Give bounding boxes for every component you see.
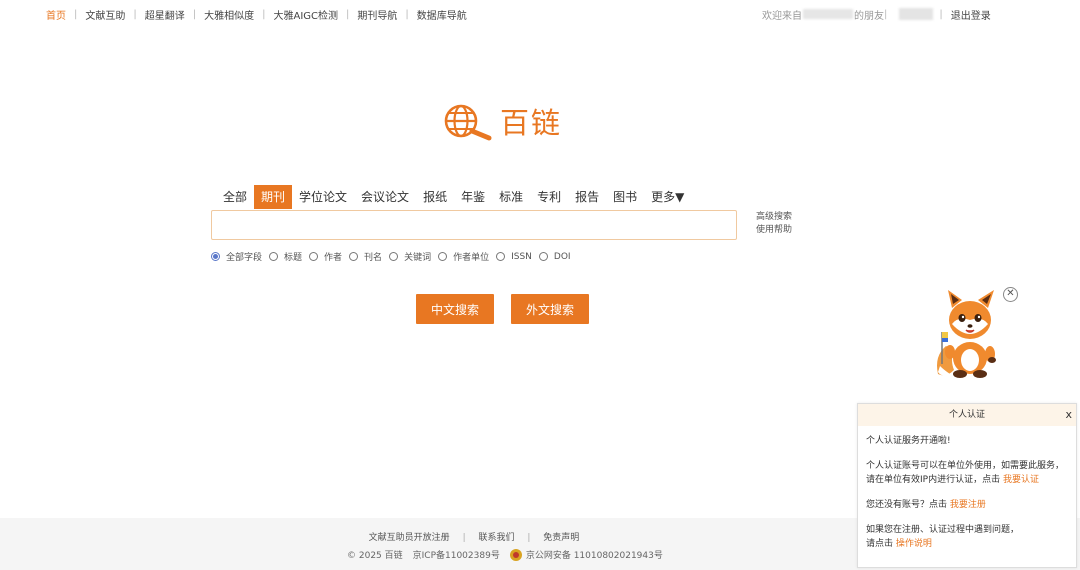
footer-register-link[interactable]: 文献互助员开放注册 bbox=[369, 533, 450, 543]
tab-yearbook[interactable]: 年鉴 bbox=[454, 185, 492, 209]
search-input[interactable] bbox=[211, 210, 737, 240]
field-label: ISSN bbox=[511, 251, 532, 262]
nav-separator: | bbox=[133, 8, 137, 20]
popup-close-button[interactable]: x bbox=[1065, 404, 1072, 426]
globe-magnifier-icon bbox=[444, 104, 492, 141]
police-badge-icon bbox=[509, 548, 522, 561]
advanced-search-link[interactable]: 高级搜索 bbox=[756, 211, 792, 224]
site-logo[interactable]: 百链 bbox=[441, 100, 562, 142]
blurred-institution bbox=[803, 9, 853, 19]
field-affiliation[interactable]: 作者单位 bbox=[438, 250, 489, 263]
footer-disclaimer-link[interactable]: 免责声明 bbox=[543, 533, 579, 543]
field-title[interactable]: 标题 bbox=[269, 250, 302, 263]
nav-separator: | bbox=[74, 8, 78, 20]
popup-line: 如果您在注册、认证过程中遇到问题， 请点击 操作说明 bbox=[866, 523, 1068, 551]
footer-separator: | bbox=[527, 533, 531, 543]
popup-text: 您还没有账号？点击 bbox=[866, 500, 948, 510]
police-record[interactable]: 京公网安备 11010802021943号 bbox=[526, 548, 663, 561]
tab-journal[interactable]: 期刊 bbox=[254, 185, 293, 209]
nav-literature-help[interactable]: 文献互助 bbox=[85, 7, 125, 22]
radio-icon bbox=[269, 252, 279, 261]
nav-separator: | bbox=[262, 8, 266, 20]
icp-number[interactable]: 京ICP备11002389号 bbox=[413, 548, 500, 561]
doc-type-tabs: 全部 期刊 学位论文 会议论文 报纸 年鉴 标准 专利 报告 图书 更多▼ bbox=[216, 185, 691, 209]
tab-conference[interactable]: 会议论文 bbox=[354, 185, 416, 209]
popup-line: 个人认证服务开通啦! bbox=[866, 434, 1068, 448]
nav-translate[interactable]: 超星翻译 bbox=[145, 7, 185, 22]
footer-separator: | bbox=[462, 533, 466, 543]
nav-aigc-check[interactable]: 大雅AIGC检测 bbox=[274, 7, 339, 22]
popup-text: 个人认证账号可以在单位外使用，如需要此服务， bbox=[866, 461, 1065, 471]
tab-report[interactable]: 报告 bbox=[568, 185, 606, 209]
nav-separator: | bbox=[405, 8, 409, 20]
radio-icon bbox=[496, 252, 506, 261]
logout-link[interactable]: 退出登录 bbox=[951, 7, 991, 22]
tab-newspaper[interactable]: 报纸 bbox=[416, 185, 454, 209]
search-side-links: 高级搜索 使用帮助 bbox=[756, 211, 792, 237]
field-author[interactable]: 作者 bbox=[309, 250, 342, 263]
user-area: 欢迎来自 的朋友 | | 退出登录 bbox=[762, 6, 991, 22]
popup-line: 您还没有账号？点击 我要注册 bbox=[866, 498, 1068, 512]
copyright-text: © 2025 百链 bbox=[347, 551, 403, 561]
tab-book[interactable]: 图书 bbox=[606, 185, 644, 209]
field-label: 标题 bbox=[284, 253, 303, 263]
footer-copyright: © 2025 百链 京ICP备11002389号 京公网安备 110108020… bbox=[347, 548, 663, 561]
footer-links: 文献互助员开放注册 | 联系我们 | 免责声明 bbox=[0, 530, 948, 543]
field-doi[interactable]: DOI bbox=[538, 251, 571, 262]
register-link[interactable]: 我要注册 bbox=[950, 500, 986, 510]
popup-text: 如果您在注册、认证过程中遇到问题， bbox=[866, 525, 1020, 535]
nav-separator: | bbox=[192, 8, 197, 20]
field-label: 作者 bbox=[324, 253, 343, 263]
nav-database-guide[interactable]: 数据库导航 bbox=[417, 7, 467, 22]
field-label: 全部字段 bbox=[226, 253, 263, 263]
tab-patent[interactable]: 专利 bbox=[530, 185, 568, 209]
popup-text: 请点击 bbox=[866, 539, 894, 549]
nav-home[interactable]: 首页 bbox=[46, 7, 66, 22]
blurred-username bbox=[899, 8, 934, 20]
field-label: DOI bbox=[553, 251, 571, 262]
verify-link[interactable]: 我要认证 bbox=[1003, 475, 1039, 485]
nav-similarity[interactable]: 大雅相似度 bbox=[204, 7, 254, 22]
field-label: 关键词 bbox=[404, 253, 432, 263]
user-separator: | bbox=[884, 8, 888, 20]
foreign-search-button[interactable]: 外文搜索 bbox=[511, 294, 589, 324]
tab-thesis[interactable]: 学位论文 bbox=[292, 185, 354, 209]
popup-text: 请在单位有效IP内进行认证，点击 bbox=[866, 475, 1001, 485]
popup-title: 个人认证 bbox=[948, 410, 985, 420]
field-keyword[interactable]: 关键词 bbox=[389, 250, 431, 263]
field-issn[interactable]: ISSN bbox=[496, 252, 532, 262]
field-label: 作者单位 bbox=[453, 253, 490, 263]
radio-icon bbox=[309, 252, 319, 261]
footer-contact-link[interactable]: 联系我们 bbox=[478, 533, 514, 543]
popup-body: 个人认证服务开通啦! 个人认证账号可以在单位外使用，如需要此服务， 请在单位有效… bbox=[858, 426, 1076, 551]
popup-text: 个人认证服务开通啦! bbox=[866, 436, 951, 446]
help-link[interactable]: 使用帮助 bbox=[756, 224, 792, 237]
radio-icon bbox=[538, 252, 548, 261]
chinese-search-button[interactable]: 中文搜索 bbox=[416, 294, 494, 324]
close-mascot-button[interactable]: ✕ bbox=[1003, 287, 1018, 302]
field-journal-name[interactable]: 刊名 bbox=[349, 250, 382, 263]
welcome-suffix: 的朋友 bbox=[854, 10, 884, 22]
radio-icon bbox=[211, 252, 220, 261]
radio-icon bbox=[349, 252, 359, 261]
nav-separator: | bbox=[346, 8, 350, 20]
user-separator: | bbox=[939, 8, 943, 20]
popup-line: 个人认证账号可以在单位外使用，如需要此服务， 请在单位有效IP内进行认证，点击 … bbox=[866, 459, 1068, 487]
popup-header: 个人认证 x bbox=[858, 404, 1076, 426]
field-all[interactable]: 全部字段 bbox=[211, 250, 262, 263]
top-nav: 首页 | 文献互助 | 超星翻译 | 大雅相似度 | 大雅AIGC检测 | 期刊… bbox=[46, 6, 467, 22]
logo-text: 百链 bbox=[500, 106, 563, 140]
tab-standard[interactable]: 标准 bbox=[492, 185, 530, 209]
welcome-prefix: 欢迎来自 bbox=[762, 10, 802, 22]
radio-icon bbox=[438, 252, 448, 261]
tab-all[interactable]: 全部 bbox=[216, 185, 254, 209]
fox-mascot-icon bbox=[937, 290, 996, 378]
nav-journal-guide[interactable]: 期刊导航 bbox=[357, 7, 397, 22]
personal-auth-popup: 个人认证 x 个人认证服务开通啦! 个人认证账号可以在单位外使用，如需要此服务，… bbox=[857, 403, 1077, 568]
guide-link[interactable]: 操作说明 bbox=[896, 539, 932, 549]
search-field-options: 全部字段 标题 作者 刊名 关键词 作者单位 ISSN DOI bbox=[211, 250, 578, 263]
radio-icon bbox=[389, 252, 399, 261]
tab-more[interactable]: 更多▼ bbox=[644, 185, 691, 209]
field-label: 刊名 bbox=[364, 253, 383, 263]
